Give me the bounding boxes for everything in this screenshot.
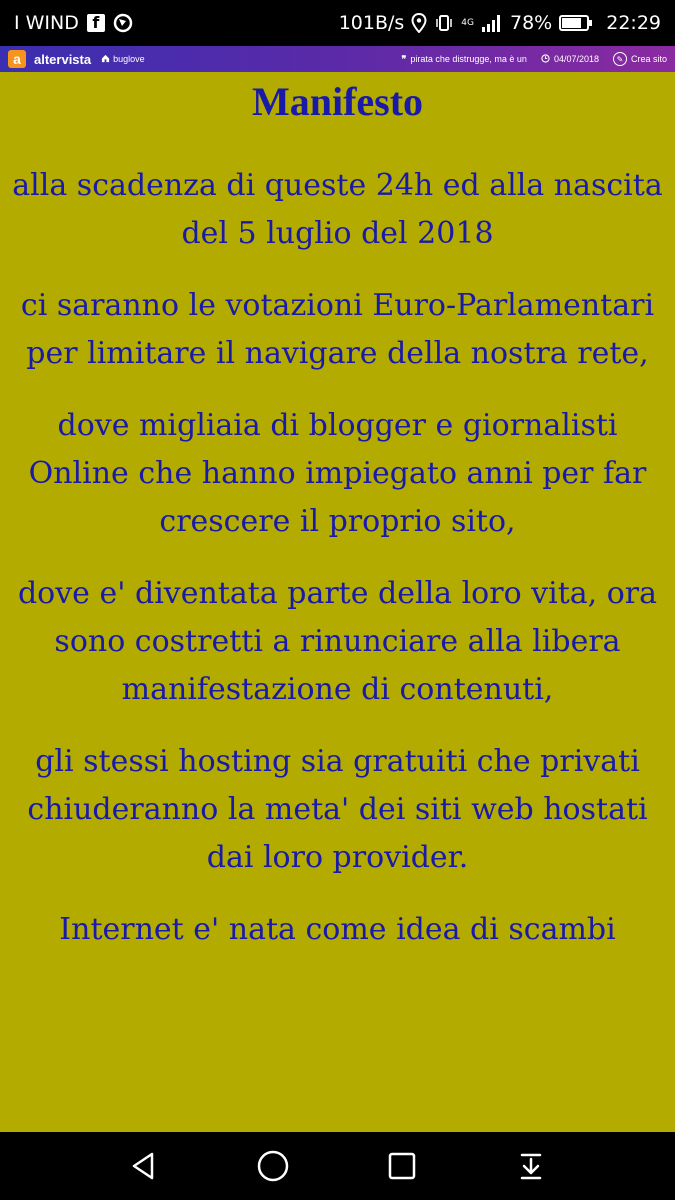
vibrate-icon [434, 13, 454, 33]
paragraph: dove migliaia di blogger e giornalisti O… [28, 408, 647, 539]
pen-icon: ✎ [612, 52, 627, 66]
create-site-label: Crea sito [630, 54, 667, 64]
altervista-logo-icon[interactable]: a [8, 50, 26, 68]
site-link[interactable]: buglove [101, 54, 145, 65]
home-icon [101, 54, 110, 65]
status-bar: I WIND f 101B/s 4G 78% 22:29 [0, 0, 675, 46]
site-name: buglove [113, 54, 145, 64]
recents-square-icon [388, 1152, 416, 1180]
back-button[interactable] [124, 1146, 164, 1186]
navigation-bar [0, 1132, 675, 1200]
clock: 22:29 [606, 12, 661, 34]
battery-percent: 78% [510, 12, 553, 34]
home-circle-icon [257, 1150, 289, 1182]
paragraph: gli stessi hosting sia gratuiti che priv… [27, 744, 648, 875]
battery-icon [559, 15, 593, 31]
paragraph: ci saranno le votazioni Euro-Parlamentar… [20, 288, 655, 371]
post-date: 04/07/2018 [541, 53, 599, 65]
recents-button[interactable] [382, 1146, 422, 1186]
latest-post-title: pirata che distrugge, ma è un [410, 54, 527, 64]
altervista-brand[interactable]: altervista [34, 52, 91, 67]
facebook-icon: f [86, 14, 105, 32]
network-type-icon: 4G [461, 17, 474, 28]
create-site-button[interactable]: ✎ Crea sito [612, 52, 667, 66]
page-title: Manifesto [251, 79, 424, 124]
carrier-name: I WIND [14, 12, 79, 34]
network-speed: 101B/s [338, 12, 405, 34]
network-type-label: 4G [461, 17, 474, 28]
firefox-icon [113, 13, 133, 33]
latest-post-link[interactable]: ❞ pirata che distrugge, ma è un [402, 54, 527, 65]
chevron-down-icon [520, 1153, 541, 1180]
notification-drawer-button[interactable] [511, 1146, 551, 1186]
post-date-value: 04/07/2018 [553, 54, 599, 64]
paragraph: alla scadenza di queste 24h ed alla nasc… [12, 168, 663, 251]
back-triangle-icon [133, 1152, 154, 1180]
paragraph: Internet e' nata come idea di scambi [59, 912, 616, 947]
quote-icon: ❞ [401, 53, 407, 64]
battery-level [562, 18, 581, 28]
home-button[interactable] [253, 1146, 293, 1186]
altervista-bar: a altervista buglove ❞ pirata che distru… [0, 46, 675, 72]
clock-icon [541, 53, 550, 65]
paragraph: dove e' diventata parte della loro vita,… [17, 576, 658, 707]
location-icon [411, 13, 427, 33]
signal-icon [481, 13, 503, 33]
page-content[interactable]: Manifesto alla scadenza di queste 24h ed… [0, 72, 675, 1132]
